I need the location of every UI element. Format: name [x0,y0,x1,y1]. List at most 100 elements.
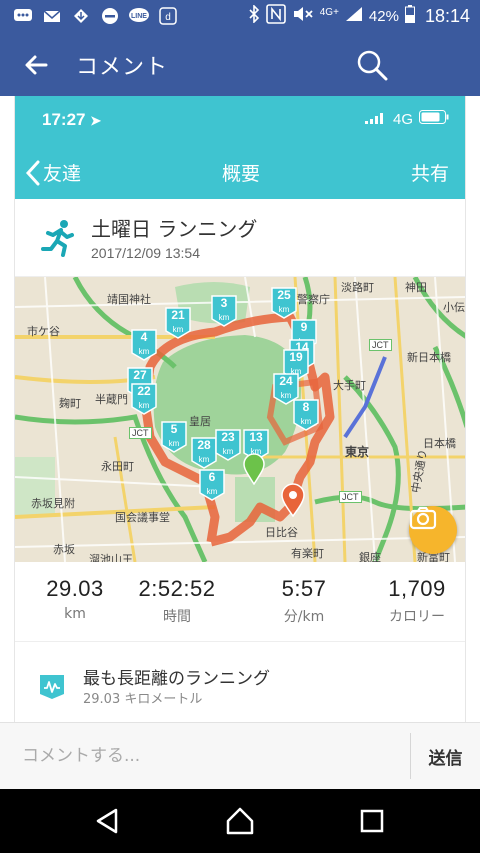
search-icon [357,50,388,81]
km-marker-unit: km [138,347,150,356]
runner-icon [41,220,74,257]
map-label-akasakamitsuke: 赤坂見附 [31,498,75,510]
inner-nav-bar: 友達 概要 共有 [15,143,465,199]
stat-pace: 5:57 分/km [261,576,347,626]
signal-icon [345,6,363,26]
map-label-yurakucho: 有楽町 [291,548,324,560]
battery-percent: 42% [368,7,399,25]
run-stats: 29.03 km 2:52:52 時間 5:57 分/km 1,709 カロリー [15,562,465,642]
km-marker-unit: km [172,325,184,334]
stat-value: 29.03 [46,576,104,601]
km-marker-unit: km [198,455,210,464]
system-nav-bar [0,789,480,853]
page-title: コメント [76,55,169,80]
map-label-nihonbashi: 日本橋 [423,438,456,450]
stat-distance: 29.03 km [29,576,121,622]
screen: LINE d 4G+ 42% 18:14 コメント 17:27 ➤ 4G 友達 … [0,0,480,853]
chat-icon [12,6,34,26]
line-icon: LINE [128,6,150,26]
km-marker: 8 km [293,399,319,431]
km-marker: 4 km [131,329,157,361]
svg-text:d: d [165,12,171,23]
map-label-tameike: 溜池山王 [89,554,133,562]
km-marker: 25 km [271,287,297,319]
km-marker-number: 25 [277,288,291,302]
map-label-shinnihonbashi: 新日本橋 [407,352,451,364]
map-label-jct-3: JCT [339,491,362,503]
stat-unit: カロリー [389,609,445,625]
map-label-jct-1: JCT [369,339,392,351]
send-button[interactable]: 送信 [411,723,480,789]
clock: 18:14 [424,5,470,26]
stat-unit: 分/km [283,609,325,625]
stat-duration: 2:52:52 時間 [125,576,229,626]
stat-unit: km [64,606,86,622]
map-label-tokyo: 東京 [345,445,370,459]
stat-value: 1,709 [388,576,446,601]
location-arrow-icon: ➤ [90,113,102,128]
map-label-hibiya: 日比谷 [265,527,298,539]
comment-bar: 送信 [0,722,480,789]
stat-value: 2:52:52 [138,576,216,601]
map-label-kojimachi: 麹町 [59,398,81,410]
comment-input[interactable] [0,723,410,789]
map-label-jct-2: JCT [129,427,152,439]
map-label-kanda: 神田 [405,282,427,294]
nav-back-icon[interactable] [92,805,124,837]
back-button[interactable] [22,50,52,80]
start-pin-icon [243,453,265,485]
search-button[interactable] [354,47,390,83]
inner-status-bar: 17:27 ➤ 4G [15,96,465,143]
camera-icon [409,506,437,530]
battery-icon [404,5,415,27]
activity-datetime: 2017/12/09 13:54 [91,245,200,261]
bluetooth-icon [248,4,260,27]
inner-signal-icon [364,111,387,128]
app-icon: d [157,6,179,26]
km-marker: 6 km [199,469,225,501]
km-marker-unit: km [168,439,180,448]
map-label-kodenmacho: 小伝 [443,302,465,314]
map-label-yasukuni: 靖国神社 [107,294,151,306]
map-label-otemachi: 大手町 [333,380,366,392]
achievement-subtitle: 29.03 キロメートル [83,692,203,707]
stat-value: 5:57 [281,576,327,601]
km-marker: 3 km [211,295,237,327]
finish-pin-icon [281,483,305,517]
km-marker: 22 km [131,383,157,415]
nav-recents-icon[interactable] [356,805,388,837]
nav-home-icon[interactable] [224,805,256,837]
mail-icon [41,6,63,26]
km-marker-number: 19 [289,350,303,364]
arrow-left-icon [25,55,48,75]
km-marker-number: 3 [220,296,228,310]
inner-network: 4G [392,110,413,128]
km-marker-number: 24 [279,374,293,388]
stat-calories: 1,709 カロリー [371,576,463,626]
km-marker-number: 27 [133,368,147,382]
map-label-kokkai: 国会議事堂 [115,512,170,524]
shared-post: 17:27 ➤ 4G 友達 概要 共有 土曜日 ランニング 2017/12/09… [14,96,466,722]
km-marker: 5 km [161,421,187,453]
route-map: 靖国神社 市ケ谷 麹町 半蔵門 皇居 永田町 赤坂見附 国会議事堂 赤坂 溜池山… [15,277,465,562]
km-marker-number: 22 [137,384,151,398]
km-marker-number: 4 [140,330,148,344]
km-marker-number: 23 [221,430,235,444]
map-label-kokyo: 皇居 [189,416,211,428]
km-marker-unit: km [138,401,150,410]
km-marker-unit: km [300,417,312,426]
stat-unit: 時間 [163,609,191,625]
km-marker-number: 13 [249,430,263,444]
do-not-disturb-icon [99,6,121,26]
svg-text:LINE: LINE [131,13,147,20]
add-photo-button [409,506,457,554]
km-marker-unit: km [280,391,292,400]
network-type: 4G+ [319,6,339,18]
mute-icon [292,5,314,27]
km-marker: 28 km [191,437,217,469]
achievement-badge-icon [40,675,64,699]
km-marker-number: 9 [300,320,308,334]
map-canvas [15,277,465,562]
inner-clock: 17:27 ➤ [42,110,102,129]
achievement-title: 最も長距離のランニング [83,669,270,689]
